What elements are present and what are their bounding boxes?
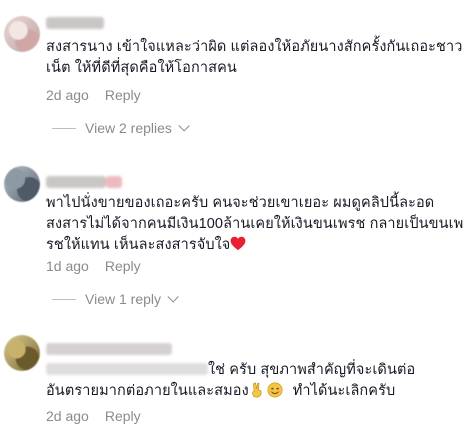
comment-meta: 2d ago Reply [46,408,141,424]
chevron-down-icon [178,120,190,132]
username-blurred[interactable] [46,17,104,29]
divider [52,127,76,129]
reply-button[interactable]: Reply [105,258,141,274]
timestamp: 2d ago [46,87,89,103]
victory-hand-icon [252,382,262,398]
view-replies-button[interactable]: View 1 reply [52,291,179,307]
username-blurred[interactable] [46,343,172,355]
comment-line-text: อันตรายมากต่อภายในและสมอง [46,383,249,399]
heart-icon [231,236,246,251]
comment-line: อันตรายมากต่อภายในและสมอง ทำได้นะเลิกครับ [46,381,456,402]
username-blurred[interactable] [46,176,122,188]
chevron-down-icon [167,291,179,303]
comment-meta: 2d ago Reply [46,87,141,103]
avatar[interactable] [4,166,40,202]
comment-line: พาไปนั่งขายของเถอะครับ คนจะช่วยเขาเยอะ ผ… [46,195,435,211]
view-replies-label: View 1 reply [85,291,162,307]
comment-line: รชให้แทน เห็นละสงสารจับใจ [46,235,456,256]
comment-line: สงสารนาง เข้าใจแหละว่าผิด แต่ลองให้อภัยน… [46,39,463,55]
comment-line-text: รชให้แทน เห็นละสงสารจับใจ [46,237,231,253]
blurred-text [46,363,208,375]
comment-line: สงสารไม่ได้จากคนมีเงิน100ล้านเคยให้เงินข… [46,216,464,232]
comment-text: พาไปนั่งขายของเถอะครับ คนจะช่วยเขาเยอะ ผ… [46,193,464,256]
divider [52,298,76,300]
timestamp: 2d ago [46,408,89,424]
avatar[interactable] [4,16,40,52]
avatar[interactable] [4,335,40,371]
comment-line-text: ทำได้นะเลิกครับ [292,383,396,399]
smiling-face-icon [267,382,283,398]
comment-line: เน็ต ให้ที่ดีที่สุดคือให้โอกาสคน [46,60,237,76]
reply-button[interactable]: Reply [105,408,141,424]
view-replies-label: View 2 replies [85,120,172,136]
comment-meta: 1d ago Reply [46,258,141,274]
comment-text: ใช่ ครับ สุขภาพสำคัญที่จะเดินต่อ อันตราย… [46,360,456,402]
reply-button[interactable]: Reply [105,87,141,103]
comment-line-text: ใช่ ครับ สุขภาพสำคัญที่จะเดินต่อ [208,362,416,378]
comment-line: ใช่ ครับ สุขภาพสำคัญที่จะเดินต่อ [46,360,456,381]
timestamp: 1d ago [46,258,89,274]
comment-text: สงสารนาง เข้าใจแหละว่าผิด แต่ลองให้อภัยน… [46,37,463,79]
view-replies-button[interactable]: View 2 replies [52,120,190,136]
